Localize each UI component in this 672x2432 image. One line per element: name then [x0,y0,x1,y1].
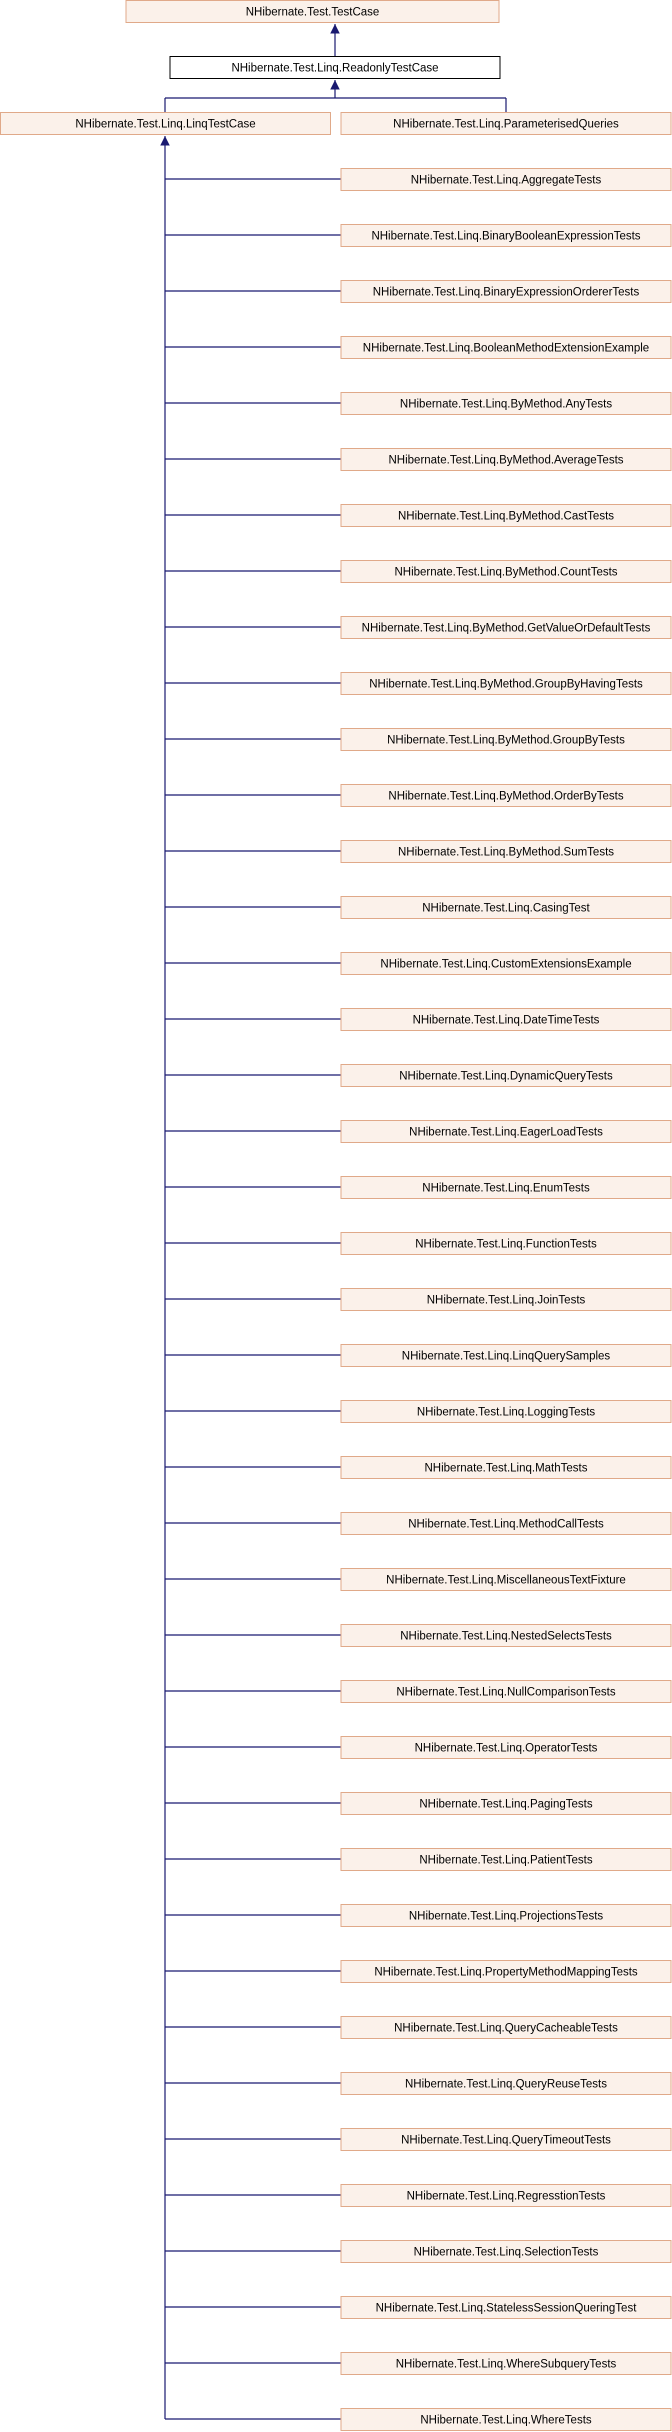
node-derived-class[interactable]: NHibernate.Test.Linq.DynamicQueryTests [340,1064,672,1087]
node-label: NHibernate.Test.Linq.WhereSubqueryTests [396,2359,617,2371]
node-derived-class[interactable]: NHibernate.Test.Linq.QueryReuseTests [340,2072,672,2095]
node-derived-class[interactable]: NHibernate.Test.Linq.MiscellaneousTextFi… [340,1568,672,1591]
node-derived-class[interactable]: NHibernate.Test.Linq.ByMethod.AverageTes… [340,448,672,471]
node-derived-class[interactable]: NHibernate.Test.Linq.WhereSubqueryTests [340,2352,672,2375]
node-derived-class[interactable]: NHibernate.Test.Linq.ByMethod.OrderByTes… [340,784,672,807]
node-label: NHibernate.Test.Linq.DynamicQueryTests [399,1071,613,1083]
node-derived-class[interactable]: NHibernate.Test.Linq.FunctionTests [340,1232,672,1255]
node-derived-class[interactable]: NHibernate.Test.Linq.CustomExtensionsExa… [340,952,672,975]
node-label: NHibernate.Test.Linq.QueryReuseTests [405,2079,607,2091]
node-derived-class[interactable]: NHibernate.Test.Linq.StatelessSessionQue… [340,2296,672,2319]
node-derived-class[interactable]: NHibernate.Test.Linq.LoggingTests [340,1400,672,1423]
node-label: NHibernate.Test.Linq.AggregateTests [411,175,602,187]
node-label: NHibernate.Test.Linq.PropertyMethodMappi… [374,1967,638,1979]
node-label: NHibernate.Test.Linq.BooleanMethodExtens… [363,343,649,355]
node-derived-class[interactable]: NHibernate.Test.Linq.BooleanMethodExtens… [340,336,672,359]
node-derived-class[interactable]: NHibernate.Test.Linq.LinqQuerySamples [340,1344,672,1367]
node-derived-class[interactable]: NHibernate.Test.Linq.NestedSelectsTests [340,1624,672,1647]
node-derived-class[interactable]: NHibernate.Test.Linq.JoinTests [340,1288,672,1311]
node-label: NHibernate.Test.Linq.CasingTest [422,903,590,915]
node-label: NHibernate.Test.Linq.ByMethod.CastTests [398,511,614,523]
inheritance-edges [160,24,507,2420]
node-label: NHibernate.Test.Linq.ParameterisedQuerie… [393,119,619,131]
node-derived-class[interactable]: NHibernate.Test.Linq.ByMethod.CountTests [340,560,672,583]
node-derived-class[interactable]: NHibernate.Test.Linq.ByMethod.CastTests [340,504,672,527]
node-derived-class[interactable]: NHibernate.Test.Linq.BinaryExpressionOrd… [340,280,672,303]
node-label: NHibernate.Test.Linq.ByMethod.GroupByTes… [387,735,625,747]
node-derived-class[interactable]: NHibernate.Test.Linq.QueryTimeoutTests [340,2128,672,2151]
node-derived-class[interactable]: NHibernate.Test.Linq.MethodCallTests [340,1512,672,1535]
node-label: NHibernate.Test.Linq.JoinTests [427,1295,586,1307]
node-derived-class[interactable]: NHibernate.Test.Linq.BinaryBooleanExpres… [340,224,672,247]
node-label: NHibernate.Test.Linq.NullComparisonTests [396,1687,615,1699]
node-label: NHibernate.Test.Linq.EnumTests [422,1183,590,1195]
node-label: NHibernate.Test.Linq.CustomExtensionsExa… [380,959,631,971]
node-derived-class[interactable]: NHibernate.Test.Linq.EnumTests [340,1176,672,1199]
node-label: NHibernate.Test.Linq.BinaryBooleanExpres… [371,231,640,243]
node-label: NHibernate.Test.Linq.ByMethod.CountTests [394,567,617,579]
node-derived-class[interactable]: NHibernate.Test.Linq.RegresstionTests [340,2184,672,2207]
node-label: NHibernate.Test.Linq.ByMethod.GroupByHav… [369,679,643,691]
node-label: NHibernate.Test.Linq.ByMethod.GetValueOr… [362,623,651,635]
node-label: NHibernate.Test.Linq.EagerLoadTests [409,1127,603,1139]
node-label: NHibernate.Test.Linq.MiscellaneousTextFi… [386,1575,626,1587]
node-label: NHibernate.Test.Linq.FunctionTests [415,1239,597,1251]
inheritance-diagram: NHibernate.Test.TestCase NHibernate.Test… [0,0,672,2431]
node-label: NHibernate.Test.Linq.PatientTests [419,1855,592,1867]
node-label: NHibernate.Test.Linq.ByMethod.AnyTests [400,399,612,411]
node-derived-class[interactable]: NHibernate.Test.Linq.EagerLoadTests [340,1120,672,1143]
node-label: NHibernate.Test.Linq.ByMethod.SumTests [398,847,614,859]
node-derived-class[interactable]: NHibernate.Test.Linq.SelectionTests [340,2240,672,2263]
node-label: NHibernate.Test.Linq.StatelessSessionQue… [376,2303,638,2315]
node-derived-class[interactable]: NHibernate.Test.Linq.WhereTests [340,2408,672,2431]
node-label: NHibernate.Test.Linq.RegresstionTests [407,2191,606,2203]
node-derived-class[interactable]: NHibernate.Test.Linq.PropertyMethodMappi… [340,1960,672,1983]
node-derived-class[interactable]: NHibernate.Test.Linq.ByMethod.GetValueOr… [340,616,672,639]
node-derived-class[interactable]: NHibernate.Test.Linq.ByMethod.SumTests [340,840,672,863]
node-derived-class[interactable]: NHibernate.Test.Linq.ByMethod.GroupByTes… [340,728,672,751]
derived-classes: NHibernate.Test.Linq.AggregateTests NHibe… [340,168,672,2431]
node-label: NHibernate.Test.TestCase [246,7,380,19]
node-label: NHibernate.Test.Linq.MathTests [425,1463,588,1475]
node-derived-class[interactable]: NHibernate.Test.Linq.ProjectionsTests [340,1904,672,1927]
node-derived-class[interactable]: NHibernate.Test.Linq.PagingTests [340,1792,672,1815]
node-derived-class[interactable]: NHibernate.Test.Linq.AggregateTests [340,168,672,191]
node-label: NHibernate.Test.Linq.OperatorTests [415,1743,598,1755]
node-derived-class[interactable]: NHibernate.Test.Linq.NullComparisonTests [340,1680,672,1703]
node-derived-class[interactable]: NHibernate.Test.Linq.DateTimeTests [340,1008,672,1031]
node-label: NHibernate.Test.Linq.ReadonlyTestCase [231,63,438,75]
node-test-case[interactable]: NHibernate.Test.TestCase [125,0,500,23]
node-parameterised-queries[interactable]: NHibernate.Test.Linq.ParameterisedQuerie… [340,112,672,135]
node-label: NHibernate.Test.Linq.LinqQuerySamples [402,1351,611,1363]
node-label: NHibernate.Test.Linq.MethodCallTests [408,1519,604,1531]
node-readonly-test-case[interactable]: NHibernate.Test.Linq.ReadonlyTestCase [169,56,501,79]
node-label: NHibernate.Test.Linq.ByMethod.OrderByTes… [388,791,623,803]
node-label: NHibernate.Test.Linq.PagingTests [419,1799,592,1811]
node-label: NHibernate.Test.Linq.LinqTestCase [75,119,255,131]
node-derived-class[interactable]: NHibernate.Test.Linq.OperatorTests [340,1736,672,1759]
node-label: NHibernate.Test.Linq.ProjectionsTests [409,1911,604,1923]
node-label: NHibernate.Test.Linq.WhereTests [420,2415,592,2427]
node-derived-class[interactable]: NHibernate.Test.Linq.ByMethod.AnyTests [340,392,672,415]
node-label: NHibernate.Test.Linq.LoggingTests [417,1407,596,1419]
node-label: NHibernate.Test.Linq.BinaryExpressionOrd… [373,287,640,299]
node-derived-class[interactable]: NHibernate.Test.Linq.PatientTests [340,1848,672,1871]
node-derived-class[interactable]: NHibernate.Test.Linq.ByMethod.GroupByHav… [340,672,672,695]
node-label: NHibernate.Test.Linq.NestedSelectsTests [400,1631,612,1643]
node-derived-class[interactable]: NHibernate.Test.Linq.QueryCacheableTests [340,2016,672,2039]
node-label: NHibernate.Test.Linq.DateTimeTests [413,1015,600,1027]
node-derived-class[interactable]: NHibernate.Test.Linq.CasingTest [340,896,672,919]
node-linq-test-case[interactable]: NHibernate.Test.Linq.LinqTestCase [0,112,331,135]
node-label: NHibernate.Test.Linq.QueryTimeoutTests [401,2135,611,2147]
node-derived-class[interactable]: NHibernate.Test.Linq.MathTests [340,1456,672,1479]
node-label: NHibernate.Test.Linq.ByMethod.AverageTes… [388,455,623,467]
node-label: NHibernate.Test.Linq.QueryCacheableTests [394,2023,618,2035]
node-label: NHibernate.Test.Linq.SelectionTests [414,2247,599,2259]
